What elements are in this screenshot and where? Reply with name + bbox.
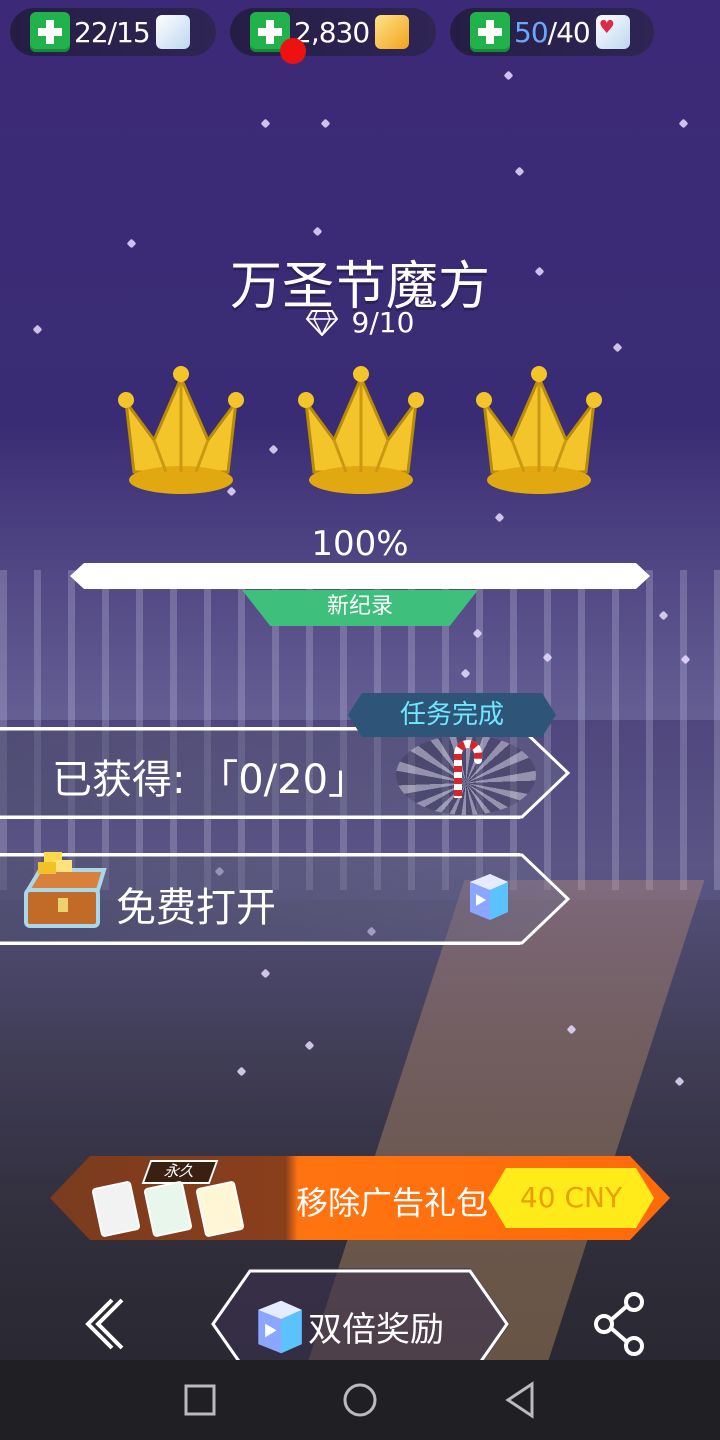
recents-icon[interactable] [184, 1380, 216, 1420]
ad-cube-icon [470, 874, 508, 920]
progress-bar [70, 563, 650, 589]
back-icon[interactable] [78, 1296, 128, 1352]
gems-count: 9/10 [0, 306, 720, 339]
progress-percent: 100% [311, 524, 409, 564]
cubes-counter: 22/15 [10, 8, 216, 56]
remove-ads-label: 移除广告礼包 [296, 1184, 489, 1222]
double-reward-label: 双倍奖励 [308, 1310, 444, 1350]
remove-ads-banner[interactable]: 永久 移除广告礼包 40 CNY [50, 1156, 670, 1240]
crowns-row [100, 362, 620, 512]
obtained-label: 已获得: 「0/20」 [52, 757, 369, 803]
plus-icon[interactable] [30, 12, 70, 52]
diamond-icon [305, 310, 338, 337]
coins-counter: 2,830 [230, 8, 436, 56]
lives-current: 50 [514, 15, 549, 49]
gold-cube-icon [375, 15, 410, 49]
share-icon[interactable] [592, 1292, 648, 1356]
price-button[interactable]: 40 CNY [488, 1168, 654, 1228]
lives-value: 50/40 [514, 15, 591, 49]
candy-cane-icon [454, 740, 482, 798]
chest-icon [24, 852, 107, 928]
new-record-badge: 新纪录 [242, 590, 478, 626]
plus-icon[interactable] [470, 12, 510, 52]
lives-counter: 50/40 [450, 8, 654, 56]
system-nav-bar [0, 1360, 720, 1440]
crown-icon [476, 366, 602, 494]
home-icon[interactable] [342, 1380, 378, 1420]
cube-icon [155, 15, 190, 49]
coins-value: 2,830 [294, 15, 370, 49]
ad-cube-icon [258, 1300, 302, 1354]
notification-dot [280, 38, 306, 64]
task-complete-badge: 任务完成 [348, 693, 556, 737]
crown-icon [298, 366, 424, 494]
gems-value: 9/10 [351, 306, 415, 339]
nav-back-icon[interactable] [504, 1380, 536, 1420]
heart-cube-icon [595, 15, 630, 49]
lives-max: /40 [547, 15, 591, 49]
crown-icon [118, 366, 244, 494]
free-open-label: 免费打开 [116, 885, 276, 931]
cubes-value: 22/15 [74, 15, 151, 49]
